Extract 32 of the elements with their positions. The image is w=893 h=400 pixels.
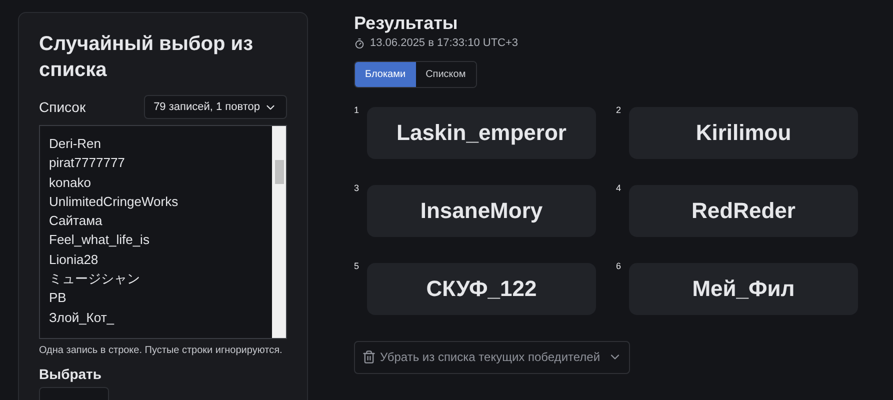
list-hint: Одна запись в строке. Пустые строки игнорируются. [39,344,284,358]
winner-card: Laskin_emperor [367,106,596,158]
list-entry: konako [49,174,92,192]
pick-label: Выбрать [39,365,103,383]
list-entry: PB [49,289,68,308]
winner-card: RedReder [629,184,858,236]
panel-title: Случайный выбор из списка [39,32,254,83]
winner-number: 6 [616,260,622,272]
list-entry: Lionia28 [49,250,100,269]
winner-card: СКУФ_122 [367,262,596,314]
view-tab[interactable]: Блоками [355,62,416,86]
list-entry: Feel_what_life_is [49,231,150,250]
winner-number: 2 [616,104,622,116]
winner-card: Мей_Фил [629,262,858,314]
list-entry: UnlimitedCringeWorks [49,192,180,211]
winner-card: Kirilimou [629,106,858,158]
winner-number: 3 [354,182,360,194]
remove-winners-button[interactable]: Убрать из списка текущих победителей [354,340,630,374]
list-entry: ミュージシャン [49,270,141,288]
list-entry: Злой_Кот_ [49,308,116,327]
list-summary-dropdown[interactable]: 79 записей, 1 повтор [144,95,287,119]
winner-card: InsaneMory [367,184,596,236]
winner-number: 5 [354,260,360,272]
list-entry: Deri-Ren [49,135,102,153]
winner-number: 4 [616,182,622,194]
winner-number: 1 [354,104,360,116]
list-label: Список [39,98,86,116]
results-title: Результаты [354,12,459,34]
list-entry: Сайтама [49,212,104,230]
timestamp: 13.06.2025 в 17:33:10 UTC+3 [370,36,518,51]
list-entry: pirat7777777 [49,154,126,172]
list-textarea[interactable]: Deri-Ren pirat7777777 konako UnlimitedCringeWorks Сайтама Feel_what_life_is Lionia28 ミュージシャン PB Злой_Кот_ [39,125,287,339]
